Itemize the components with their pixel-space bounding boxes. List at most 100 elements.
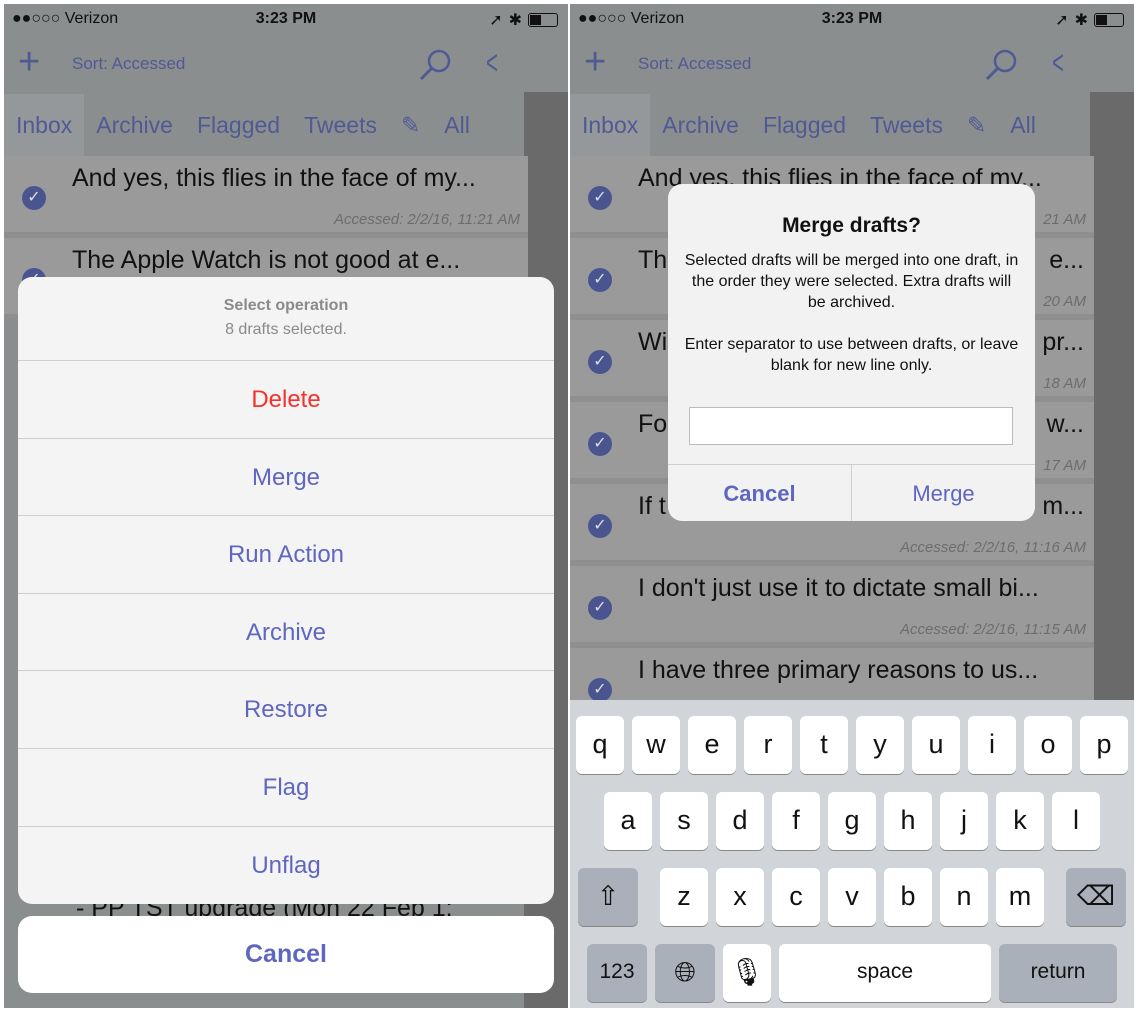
sheet-subtitle: 8 drafts selected. xyxy=(225,321,347,338)
checked-icon: ✓ xyxy=(22,186,46,210)
right-screen: ●●○○○ Verizon 3:23 PM ➚ ✱ + Sort: Accesse… xyxy=(570,4,1134,1008)
location-icon: ➚ xyxy=(1055,12,1069,29)
search-icon[interactable] xyxy=(984,48,1018,82)
timestamp: Accessed: 2/2/16, 11:15 AM xyxy=(900,621,1086,638)
sort-button[interactable]: Sort: Accessed xyxy=(72,54,185,74)
back-icon[interactable]: < xyxy=(1052,44,1064,83)
checked-icon: ✓ xyxy=(588,514,612,538)
draft-title: And yes, this flies in the face of my... xyxy=(72,164,476,192)
key-o[interactable]: o xyxy=(1024,716,1072,774)
clock: 3:23 PM xyxy=(821,10,883,27)
keyboard: qwertyuiop asdfghjkl ⇧ z x c v b n m ⌫ 123 🌐︎ 🎙︎… xyxy=(570,700,1134,1008)
tab-archive[interactable]: Archive xyxy=(84,94,185,156)
draft-title: Wi xyxy=(638,328,668,356)
key-q[interactable]: q xyxy=(576,716,624,774)
tab-tweets[interactable]: Tweets xyxy=(858,94,955,156)
checked-icon: ✓ xyxy=(588,268,612,292)
search-icon[interactable] xyxy=(418,48,452,82)
draft-title-end: m... xyxy=(1042,492,1084,520)
back-icon[interactable]: < xyxy=(486,44,498,83)
key-w[interactable]: w xyxy=(632,716,680,774)
separator-input[interactable] xyxy=(689,407,1013,445)
shift-icon[interactable]: ⇧ xyxy=(578,868,638,926)
draft-title: I don't just use it to dictate small bi.… xyxy=(638,574,1039,602)
restore-button[interactable]: Restore xyxy=(18,671,554,749)
sort-button[interactable]: Sort: Accessed xyxy=(638,54,751,74)
key-p[interactable]: p xyxy=(1080,716,1128,774)
key-n[interactable]: n xyxy=(940,868,988,926)
tab-flagged[interactable]: Flagged xyxy=(185,94,292,156)
add-icon[interactable]: + xyxy=(18,43,40,81)
tab-flagged[interactable]: Flagged xyxy=(751,94,858,156)
timestamp: Accessed: 2/2/16, 11:21 AM xyxy=(334,211,520,228)
delete-button[interactable]: Delete xyxy=(18,361,554,439)
draft-title: I have three primary reasons to us... xyxy=(638,656,1039,684)
tab-all[interactable]: All xyxy=(432,94,482,156)
key-v[interactable]: v xyxy=(828,868,876,926)
draft-title-end: pr... xyxy=(1042,328,1084,356)
key-b[interactable]: b xyxy=(884,868,932,926)
tab-tweets[interactable]: Tweets xyxy=(292,94,389,156)
key-u[interactable]: u xyxy=(912,716,960,774)
checked-icon: ✓ xyxy=(588,432,612,456)
key-m[interactable]: m xyxy=(996,868,1044,926)
list-item[interactable]: ✓ And yes, this flies in the face of my..… xyxy=(4,156,528,238)
key-r[interactable]: r xyxy=(744,716,792,774)
tab-inbox[interactable]: Inbox xyxy=(570,94,651,156)
draft-title: Fo xyxy=(638,410,668,438)
merge-button[interactable]: Merge xyxy=(852,465,1035,521)
numbers-key[interactable]: 123 xyxy=(587,944,647,1002)
globe-icon[interactable]: 🌐︎ xyxy=(655,944,715,1002)
draft-title-end: w... xyxy=(1046,410,1084,438)
space-key[interactable]: space xyxy=(779,944,991,1002)
checked-icon: ✓ xyxy=(588,350,612,374)
list-item[interactable]: ✓ I don't just use it to dictate small bi… xyxy=(570,566,1094,648)
merge-button[interactable]: Merge xyxy=(18,439,554,517)
key-d[interactable]: d xyxy=(716,792,764,850)
pencil-icon[interactable]: ✎ xyxy=(389,94,432,156)
timestamp: Accessed: 2/2/16, 11:16 AM xyxy=(900,539,1086,556)
run-action-button[interactable]: Run Action xyxy=(18,516,554,594)
key-g[interactable]: g xyxy=(828,792,876,850)
key-i[interactable]: i xyxy=(968,716,1016,774)
cancel-button[interactable]: Cancel xyxy=(668,465,852,521)
microphone-icon[interactable]: 🎙︎ xyxy=(723,944,771,1002)
backspace-icon[interactable]: ⌫ xyxy=(1066,868,1126,926)
key-t[interactable]: t xyxy=(800,716,848,774)
tab-bar: Inbox Archive Flagged Tweets ✎ All xyxy=(4,94,528,156)
cancel-button[interactable]: Cancel xyxy=(18,916,554,993)
key-s[interactable]: s xyxy=(660,792,708,850)
pencil-icon[interactable]: ✎ xyxy=(955,94,998,156)
draft-title: The Apple Watch is not good at e... xyxy=(72,246,461,274)
timestamp: 20 AM xyxy=(1043,293,1086,310)
tab-all[interactable]: All xyxy=(998,94,1048,156)
tab-archive[interactable]: Archive xyxy=(650,94,751,156)
dialog-message: Selected drafts will be merged into one … xyxy=(684,252,1019,374)
bluetooth-icon: ✱ xyxy=(508,12,522,29)
flag-button[interactable]: Flag xyxy=(18,749,554,827)
return-key[interactable]: return xyxy=(999,944,1117,1002)
add-icon[interactable]: + xyxy=(584,43,606,81)
key-y[interactable]: y xyxy=(856,716,904,774)
key-e[interactable]: e xyxy=(688,716,736,774)
action-sheet: Select operation 8 drafts selected. Delet… xyxy=(18,277,554,904)
battery-icon xyxy=(1094,13,1124,27)
timestamp: 18 AM xyxy=(1043,375,1086,392)
key-j[interactable]: j xyxy=(940,792,988,850)
archive-button[interactable]: Archive xyxy=(18,594,554,672)
checked-icon: ✓ xyxy=(588,678,612,702)
key-z[interactable]: z xyxy=(660,868,708,926)
unflag-button[interactable]: Unflag xyxy=(18,827,554,904)
timestamp: 21 AM xyxy=(1043,211,1086,228)
clock: 3:23 PM xyxy=(255,10,317,27)
key-c[interactable]: c xyxy=(772,868,820,926)
tab-inbox[interactable]: Inbox xyxy=(4,94,85,156)
sheet-title: Select operation xyxy=(223,297,349,314)
key-h[interactable]: h xyxy=(884,792,932,850)
key-x[interactable]: x xyxy=(716,868,764,926)
key-a[interactable]: a xyxy=(604,792,652,850)
key-k[interactable]: k xyxy=(996,792,1044,850)
key-l[interactable]: l xyxy=(1052,792,1100,850)
key-f[interactable]: f xyxy=(772,792,820,850)
bluetooth-icon: ✱ xyxy=(1074,12,1088,29)
